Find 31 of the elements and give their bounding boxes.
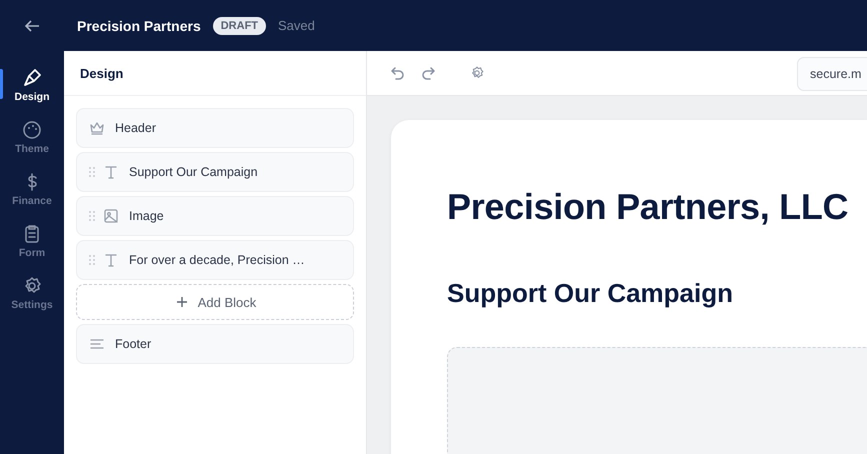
block-item[interactable]: Image <box>76 196 354 236</box>
panel-title: Design <box>64 51 366 96</box>
text-icon <box>103 164 119 180</box>
brush-icon <box>21 67 43 89</box>
draft-badge: DRAFT <box>212 16 266 34</box>
preview-title: Precision Partners, LLC <box>447 186 850 228</box>
drag-handle-icon[interactable] <box>89 211 95 221</box>
save-status: Saved <box>278 18 315 33</box>
undo-icon[interactable] <box>391 66 405 80</box>
redo-icon[interactable] <box>421 66 435 80</box>
crown-icon <box>89 120 105 136</box>
block-item[interactable]: Support Our Campaign <box>76 152 354 192</box>
nav-item[interactable]: Form <box>0 223 64 275</box>
block-item[interactable]: Header <box>76 108 354 148</box>
nav-item[interactable]: Finance <box>0 171 64 223</box>
drag-handle-icon[interactable] <box>89 167 95 177</box>
nav-item[interactable]: Settings <box>0 275 64 327</box>
nav-item[interactable]: Theme <box>0 119 64 171</box>
block-item[interactable]: Footer <box>76 324 354 364</box>
preview-subtitle: Support Our Campaign <box>447 278 734 309</box>
image-icon <box>103 208 119 224</box>
block-item[interactable]: For over a decade, Precision … <box>76 240 354 280</box>
add-block-button[interactable]: Add Block <box>76 284 354 320</box>
settings-icon[interactable] <box>469 65 485 81</box>
nav-item[interactable]: Design <box>0 67 64 119</box>
project-title: Precision Partners <box>77 18 201 34</box>
back-arrow-icon[interactable] <box>24 18 40 32</box>
palette-icon <box>21 119 43 141</box>
drag-handle-icon[interactable] <box>89 255 95 265</box>
url-field[interactable]: secure.m <box>797 57 867 91</box>
text-icon <box>103 252 119 268</box>
